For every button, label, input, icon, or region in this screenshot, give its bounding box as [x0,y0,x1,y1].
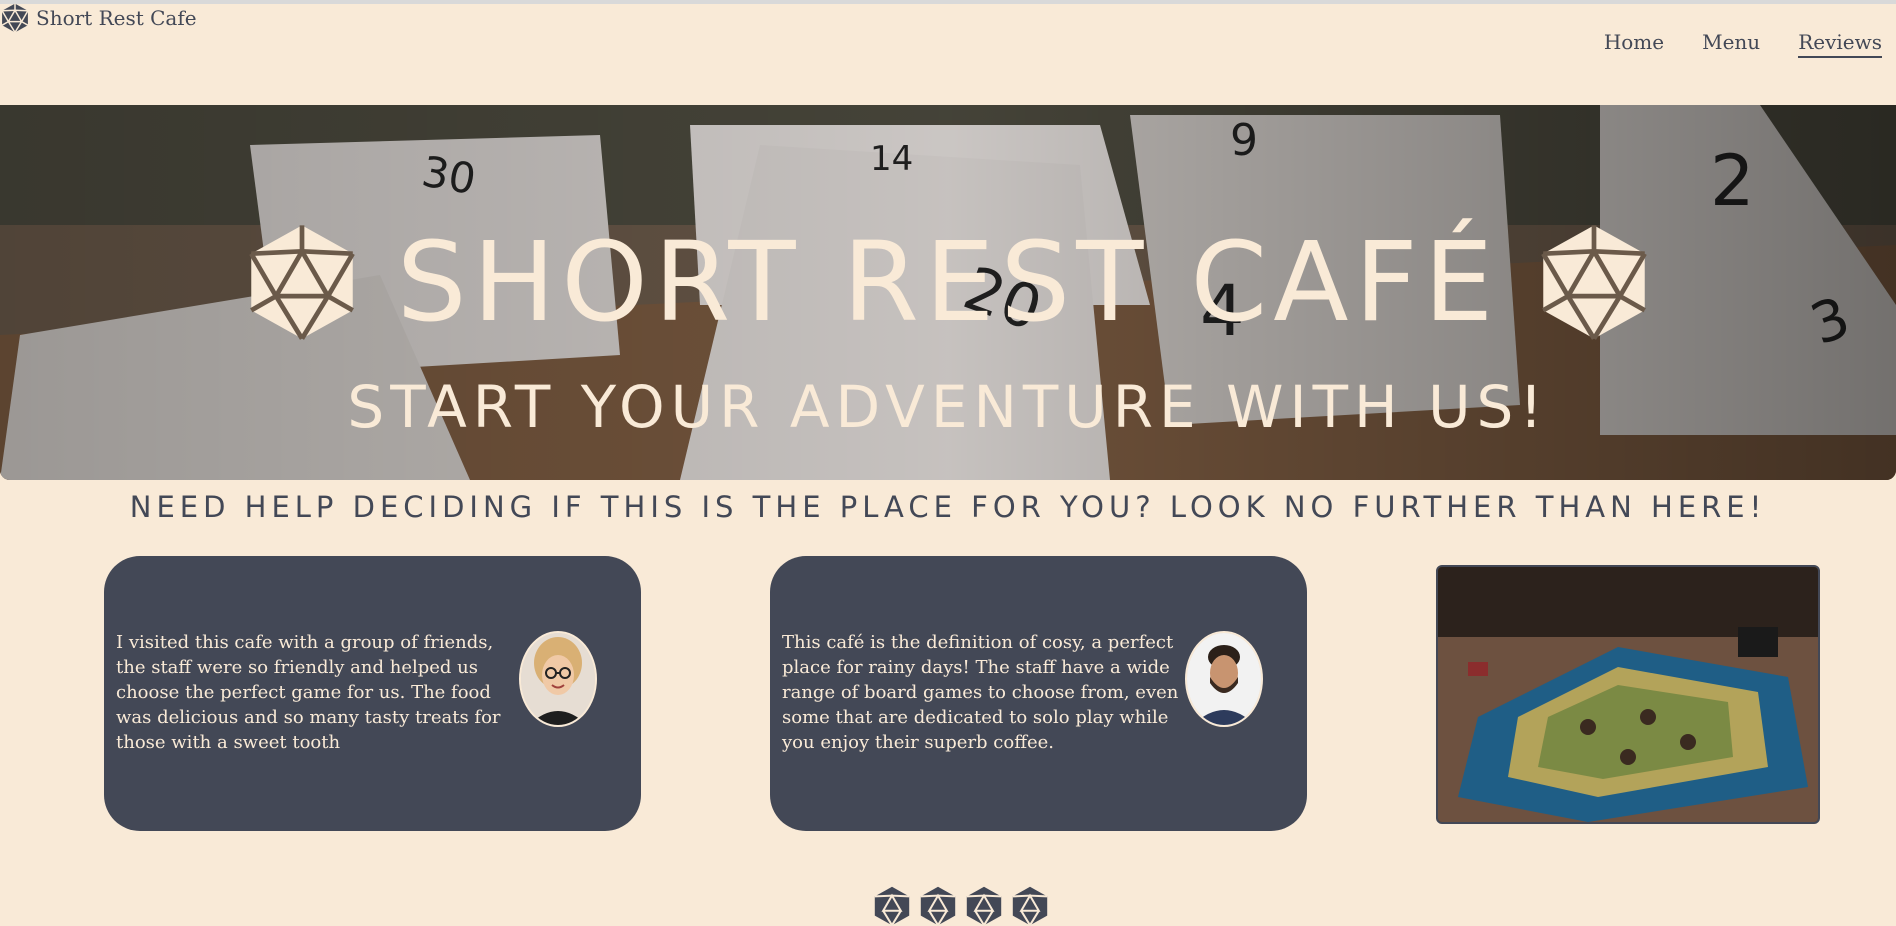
top-border [0,0,1896,4]
brand-name: Short Rest Cafe [36,6,197,30]
review-card: I visited this cafe with a group of frie… [104,556,641,831]
nav-reviews-link[interactable]: Reviews [1798,30,1882,58]
d20-dice-icon [248,225,355,340]
rating-dice [872,886,1050,926]
hero-subtitle: START YOUR ADVENTURE WITH US! [347,373,1549,441]
d20-dice-icon [966,886,1002,926]
reviews-tagline: NEED HELP DECIDING IF THIS IS THE PLACE … [129,490,1767,524]
brand[interactable]: Short Rest Cafe [0,3,197,33]
review-card: This café is the definition of cosy, a p… [770,556,1307,831]
d20-dice-icon [1012,886,1048,926]
nav-menu-link[interactable]: Menu [1702,30,1760,58]
nav-home-link[interactable]: Home [1604,30,1664,58]
hero-title: SHORT REST CAFÉ [396,218,1500,346]
review-text: I visited this cafe with a group of frie… [116,632,501,753]
bearded-man-avatar [1185,631,1263,727]
d20-dice-icon [874,886,910,926]
review-text: This café is the definition of cosy, a p… [782,632,1179,753]
main-nav: Home Menu Reviews [1604,30,1882,58]
d20-dice-icon [1541,225,1647,340]
woman-with-glasses-avatar [519,631,597,727]
board-game-catan-photo [1436,565,1820,824]
d20-dice-icon [920,886,956,926]
hero-title-row: SHORT REST CAFÉ [0,223,1896,341]
d20-dice-icon [1,3,29,33]
hero-banner: 30 14 9 2 3 20 4 SHORT REST CAFÉ [0,105,1896,480]
